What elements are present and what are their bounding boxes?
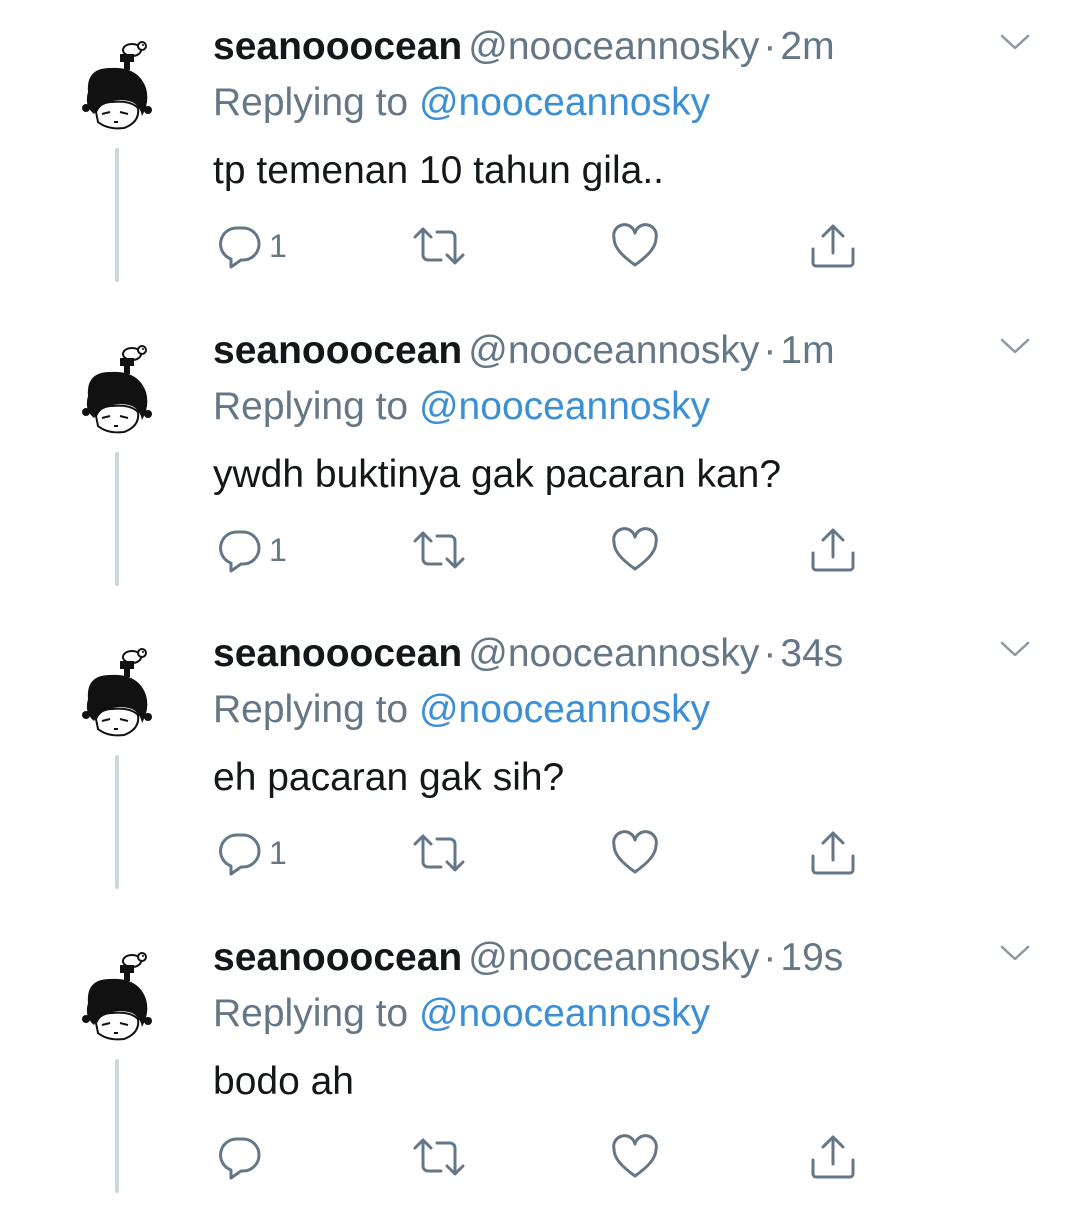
chevron-down-icon xyxy=(1000,34,1030,50)
reply-count: 1 xyxy=(269,531,287,568)
avatar[interactable] xyxy=(80,617,154,737)
reply-button[interactable]: 1 xyxy=(217,524,287,576)
separator-dot: · xyxy=(763,329,777,372)
tweet-3[interactable]: seanooocean @nooceannosky · 34s Replying to… xyxy=(0,607,1073,910)
separator-dot: · xyxy=(763,632,777,675)
tweet-actions: 1 xyxy=(213,524,873,576)
separator-dot: · xyxy=(763,936,777,979)
share-button[interactable] xyxy=(809,220,857,272)
retweet-icon xyxy=(413,834,465,872)
replying-to-line: Replying to @nooceannosky xyxy=(213,989,710,1039)
tweet-menu-caret[interactable] xyxy=(998,334,1032,358)
tweet-menu-caret[interactable] xyxy=(998,637,1032,661)
avatar-drawing xyxy=(82,648,152,737)
tweet-header: seanooocean @nooceannosky · 19s xyxy=(213,933,843,983)
tweet-text: ywdh buktinya gak pacaran kan? xyxy=(213,453,782,496)
avatar[interactable] xyxy=(80,921,154,1041)
share-icon xyxy=(811,224,855,268)
reply-icon xyxy=(219,226,261,269)
display-name[interactable]: seanooocean xyxy=(213,632,462,675)
share-button[interactable] xyxy=(809,827,857,879)
chevron-down-icon xyxy=(1000,945,1030,961)
user-handle[interactable]: @nooceannosky xyxy=(468,936,759,979)
tweet-timestamp[interactable]: 19s xyxy=(780,936,843,979)
reply-button[interactable]: 1 xyxy=(217,827,287,879)
share-button[interactable] xyxy=(809,1131,857,1183)
tweet-2[interactable]: seanooocean @nooceannosky · 1m Replying to … xyxy=(0,304,1073,607)
tweet-menu-caret[interactable] xyxy=(998,30,1032,54)
retweet-button[interactable] xyxy=(411,524,467,576)
avatar-drawing xyxy=(82,41,152,130)
thread-connector-line xyxy=(115,755,119,889)
reply-count: 1 xyxy=(269,834,287,871)
avatar-drawing xyxy=(82,345,152,434)
retweet-icon xyxy=(413,227,465,265)
tweet-timestamp[interactable]: 34s xyxy=(780,632,843,675)
retweet-button[interactable] xyxy=(411,1131,467,1183)
tweet-actions: 1 xyxy=(213,220,873,272)
display-name[interactable]: seanooocean xyxy=(213,936,462,979)
display-name[interactable]: seanooocean xyxy=(213,329,462,372)
user-handle[interactable]: @nooceannosky xyxy=(468,632,759,675)
thread-connector-line xyxy=(115,1059,119,1193)
avatar-drawing xyxy=(82,952,152,1041)
reply-icon xyxy=(219,1137,261,1180)
thread-connector-line xyxy=(115,148,119,282)
tweet-text: tp temenan 10 tahun gila.. xyxy=(213,149,664,192)
heart-icon xyxy=(612,527,658,571)
reply-count: 1 xyxy=(269,227,287,264)
tweet-menu-caret[interactable] xyxy=(998,941,1032,965)
tweet-header: seanooocean @nooceannosky · 1m xyxy=(213,326,835,376)
replying-to-line: Replying to @nooceannosky xyxy=(213,78,710,128)
share-icon xyxy=(811,1135,855,1179)
tweet-timestamp[interactable]: 1m xyxy=(780,329,834,372)
replying-to-label: Replying to xyxy=(213,81,409,124)
like-button[interactable] xyxy=(611,524,659,576)
reply-button[interactable] xyxy=(217,1131,269,1183)
separator-dot: · xyxy=(763,25,777,68)
retweet-icon xyxy=(413,531,465,569)
like-button[interactable] xyxy=(611,220,659,272)
reply-button[interactable]: 1 xyxy=(217,220,287,272)
replying-to-line: Replying to @nooceannosky xyxy=(213,382,710,432)
share-icon xyxy=(811,528,855,572)
tweet-text: bodo ah xyxy=(213,1060,354,1103)
avatar[interactable] xyxy=(80,10,154,130)
avatar[interactable] xyxy=(80,314,154,434)
replying-to-label: Replying to xyxy=(213,992,409,1035)
heart-icon xyxy=(612,1134,658,1178)
replying-to-label: Replying to xyxy=(213,688,409,731)
replying-to-label: Replying to xyxy=(213,385,409,428)
reply-icon xyxy=(219,530,261,573)
user-handle[interactable]: @nooceannosky xyxy=(468,329,759,372)
heart-icon xyxy=(612,223,658,267)
replying-to-mention[interactable]: @nooceannosky xyxy=(419,688,710,731)
chevron-down-icon xyxy=(1000,641,1030,657)
display-name[interactable]: seanooocean xyxy=(213,25,462,68)
share-icon xyxy=(811,831,855,875)
reply-icon xyxy=(219,833,261,876)
like-button[interactable] xyxy=(611,827,659,879)
tweet-header: seanooocean @nooceannosky · 2m xyxy=(213,22,835,72)
chevron-down-icon xyxy=(1000,338,1030,354)
tweet-actions: 1 xyxy=(213,827,873,879)
share-button[interactable] xyxy=(809,524,857,576)
replying-to-mention[interactable]: @nooceannosky xyxy=(419,992,710,1035)
retweet-button[interactable] xyxy=(411,827,467,879)
replying-to-line: Replying to @nooceannosky xyxy=(213,685,710,735)
tweet-actions xyxy=(213,1131,873,1183)
tweet-1[interactable]: seanooocean @nooceannosky · 2m Replying to … xyxy=(0,0,1073,303)
like-button[interactable] xyxy=(611,1131,659,1183)
thread-connector-line xyxy=(115,452,119,586)
tweet-header: seanooocean @nooceannosky · 34s xyxy=(213,629,843,679)
tweet-text: eh pacaran gak sih? xyxy=(213,756,565,799)
replying-to-mention[interactable]: @nooceannosky xyxy=(419,385,710,428)
retweet-icon xyxy=(413,1138,465,1176)
tweet-timestamp[interactable]: 2m xyxy=(780,25,834,68)
user-handle[interactable]: @nooceannosky xyxy=(468,25,759,68)
tweet-4[interactable]: seanooocean @nooceannosky · 19s Replying to… xyxy=(0,911,1073,1214)
heart-icon xyxy=(612,830,658,874)
retweet-button[interactable] xyxy=(411,220,467,272)
replying-to-mention[interactable]: @nooceannosky xyxy=(419,81,710,124)
